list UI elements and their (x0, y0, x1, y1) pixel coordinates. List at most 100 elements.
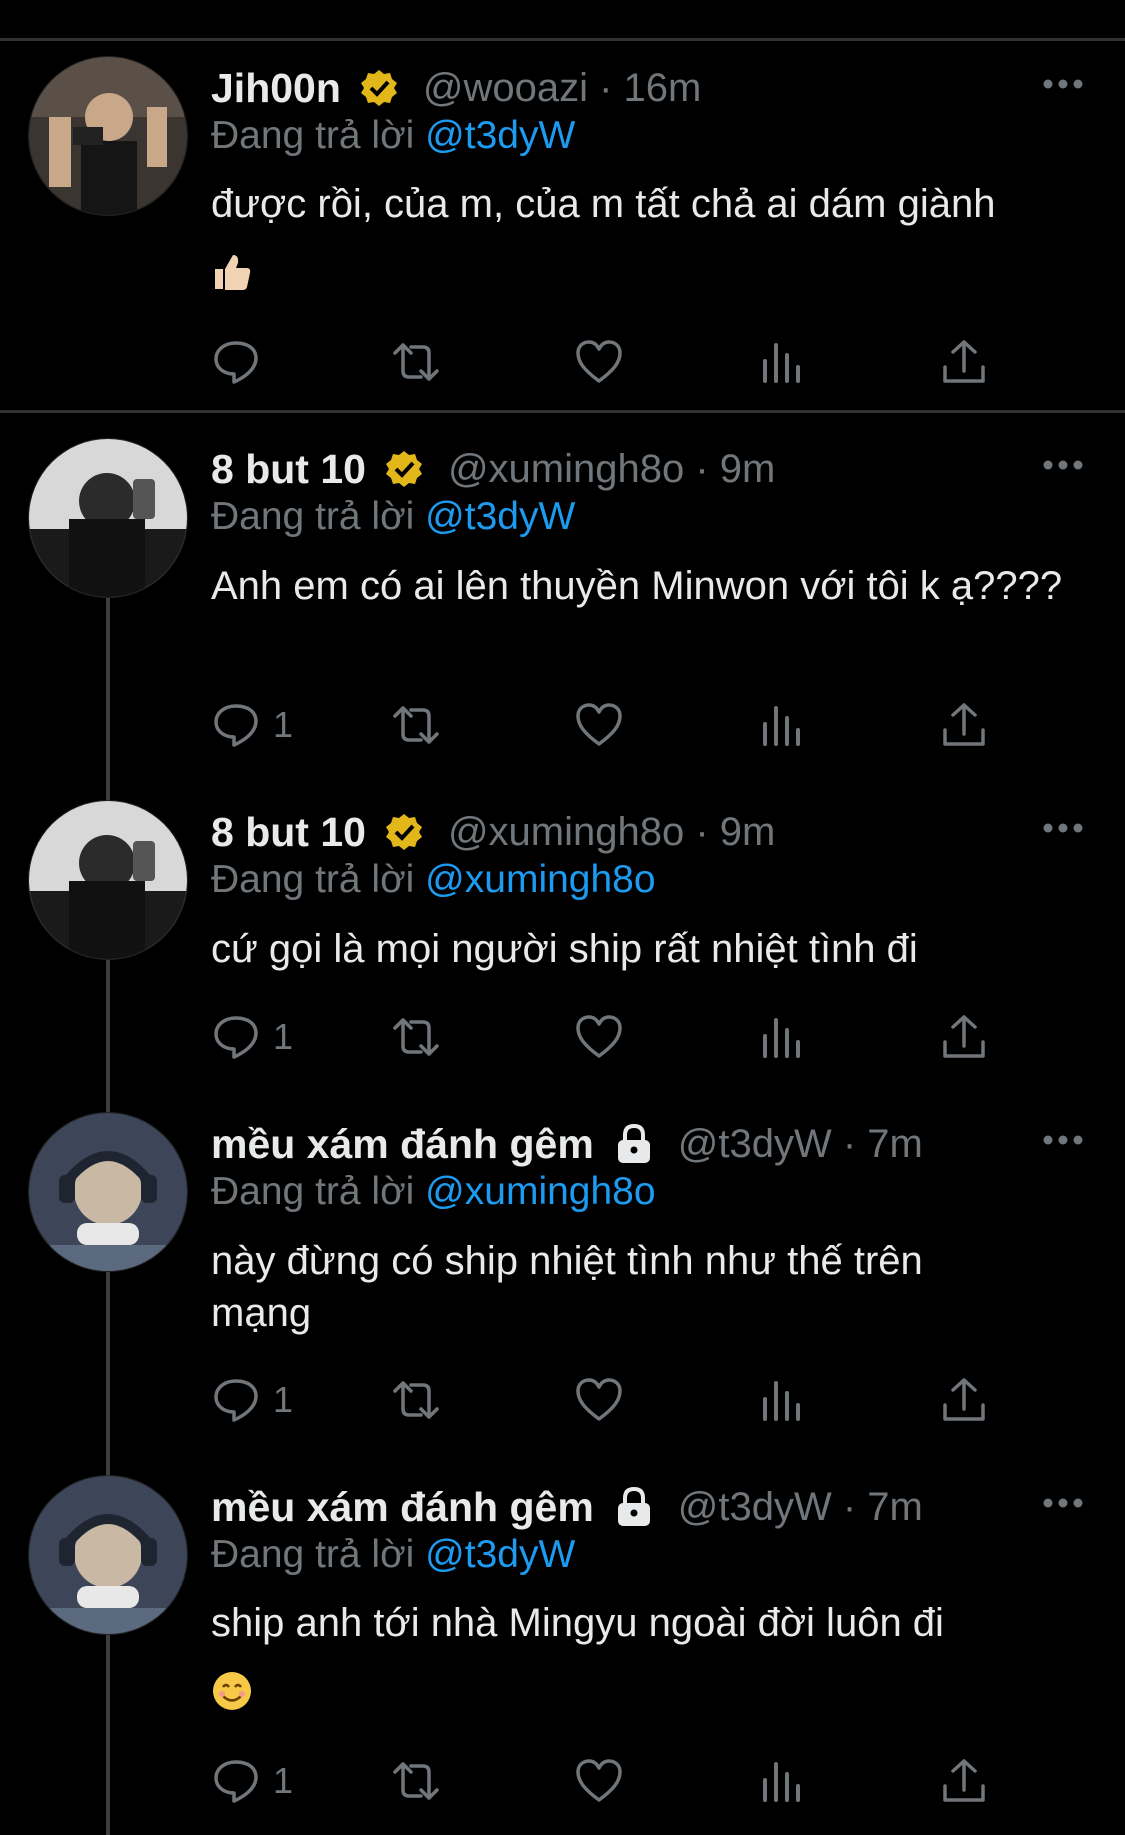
retweet-icon (393, 1762, 439, 1800)
author-name[interactable]: 8 but 10 (211, 809, 366, 856)
avatar[interactable] (28, 1475, 188, 1635)
views-button[interactable] (757, 1370, 807, 1430)
views-button[interactable] (757, 695, 807, 755)
tweet-actions: 1 (211, 1751, 1031, 1811)
reply-icon (214, 341, 258, 384)
divider-top (0, 38, 1125, 41)
retweet-button[interactable] (391, 332, 441, 392)
share-icon (943, 340, 985, 383)
handle-and-time[interactable]: @t3dyW · 7m (678, 1485, 923, 1530)
more-options-icon[interactable] (1041, 800, 1085, 856)
lock-icon (617, 1123, 650, 1163)
share-button[interactable] (939, 695, 989, 755)
reply-count: 1 (273, 1760, 294, 1801)
replying-prefix: Đang trả lời (211, 495, 415, 538)
reply-button[interactable]: 1 (211, 695, 293, 755)
retweet-button[interactable] (391, 1370, 441, 1430)
reply-icon (214, 1016, 258, 1059)
share-button[interactable] (939, 1751, 989, 1811)
replying-to: Đang trả lời @xumingh8o (211, 858, 656, 902)
replying-to: Đang trả lời @xumingh8o (211, 1170, 656, 1214)
more-options-icon[interactable] (1041, 56, 1085, 112)
retweet-icon (393, 706, 439, 744)
author-name[interactable]: 8 but 10 (211, 446, 366, 493)
retweet-button[interactable] (391, 1007, 441, 1067)
views-button[interactable] (757, 332, 807, 392)
handle-and-time[interactable]: @t3dyW · 7m (678, 1122, 923, 1167)
replying-to: Đang trả lời @t3dyW (211, 1533, 575, 1577)
divider-middle (0, 410, 1125, 413)
retweet-button[interactable] (391, 695, 441, 755)
like-button[interactable] (574, 1751, 624, 1811)
heart-icon (576, 703, 622, 746)
lock-icon (617, 1486, 650, 1526)
handle-and-time[interactable]: @xumingh8o · 9m (448, 447, 775, 492)
reply-button[interactable]: 1 (211, 1007, 293, 1067)
reply-count: 1 (273, 1379, 294, 1420)
avatar[interactable] (28, 800, 188, 960)
more-options-icon[interactable] (1041, 1112, 1085, 1168)
share-button[interactable] (939, 332, 989, 392)
retweet-button[interactable] (391, 1751, 441, 1811)
verified-gold-icon (385, 451, 422, 487)
reply-icon (214, 1379, 258, 1422)
tweet-actions (211, 332, 1031, 392)
replying-to-handle[interactable]: @t3dyW (425, 495, 575, 538)
heart-icon (576, 1759, 622, 1802)
reply-button[interactable]: 1 (211, 1370, 293, 1430)
more-options-icon[interactable] (1041, 1475, 1085, 1531)
replying-prefix: Đang trả lời (211, 858, 415, 901)
handle-and-time[interactable]: @xumingh8o · 9m (448, 810, 775, 855)
author-name[interactable]: mều xám đánh gêm (211, 1121, 594, 1168)
tweet-body: ship anh tới nhà Mingyu ngoài đời luôn đ… (211, 1601, 944, 1645)
share-button[interactable] (939, 1370, 989, 1430)
tweet-text: này đừng có ship nhiệt tình như thế trên… (211, 1239, 923, 1335)
replying-to-handle[interactable]: @xumingh8o (425, 1170, 655, 1213)
heart-icon (576, 1378, 622, 1421)
tweet-body: được rồi, của m, của m tất chả ai dám gi… (211, 182, 996, 226)
tweet-actions: 1 (211, 1370, 1031, 1430)
share-icon (943, 1378, 985, 1421)
share-icon (943, 703, 985, 746)
retweet-icon (393, 343, 439, 381)
like-button[interactable] (574, 1370, 624, 1430)
tweet-text: cứ gọi là mọi người ship rất nhiệt tình … (211, 927, 918, 971)
views-button[interactable] (757, 1007, 807, 1067)
like-button[interactable] (574, 1007, 624, 1067)
reply-icon (214, 704, 258, 747)
thumbs-up-emoji (211, 244, 253, 296)
verified-gold-icon (385, 814, 422, 850)
more-options-icon[interactable] (1041, 437, 1085, 493)
tweet-actions: 1 (211, 695, 1031, 755)
reply-icon (214, 1760, 258, 1803)
tweet-text: Anh em có ai lên thuyền Minwon với tôi k… (211, 564, 1063, 608)
author-name[interactable]: mều xám đánh gêm (211, 1484, 594, 1531)
tweet-actions: 1 (211, 1007, 1031, 1067)
author-name[interactable]: Jih00n (211, 65, 341, 112)
verified-gold-icon (360, 70, 397, 106)
views-button[interactable] (757, 1751, 807, 1811)
reply-button[interactable] (211, 332, 261, 392)
views-icon (763, 1018, 800, 1058)
replying-to: Đang trả lời @t3dyW (211, 495, 575, 539)
handle-and-time[interactable]: @wooazi · 16m (423, 66, 701, 111)
replying-prefix: Đang trả lời (211, 1533, 415, 1576)
smiling-face-emoji (211, 1663, 253, 1715)
replying-to: Đang trả lời @t3dyW (211, 114, 575, 158)
like-button[interactable] (574, 695, 624, 755)
avatar[interactable] (28, 438, 188, 598)
like-button[interactable] (574, 332, 624, 392)
avatar[interactable] (28, 56, 188, 216)
views-icon (763, 1381, 800, 1421)
tweet-text: được rồi, của m, của m tất chả ai dám gi… (211, 178, 1091, 296)
views-icon (763, 1762, 800, 1802)
replying-to-handle[interactable]: @xumingh8o (425, 858, 655, 901)
replying-to-handle[interactable]: @t3dyW (425, 1533, 575, 1576)
avatar[interactable] (28, 1112, 188, 1272)
reply-count: 1 (273, 1016, 294, 1057)
replying-to-handle[interactable]: @t3dyW (425, 114, 575, 157)
share-button[interactable] (939, 1007, 989, 1067)
replying-prefix: Đang trả lời (211, 1170, 415, 1213)
replying-prefix: Đang trả lời (211, 114, 415, 157)
reply-button[interactable]: 1 (211, 1751, 293, 1811)
